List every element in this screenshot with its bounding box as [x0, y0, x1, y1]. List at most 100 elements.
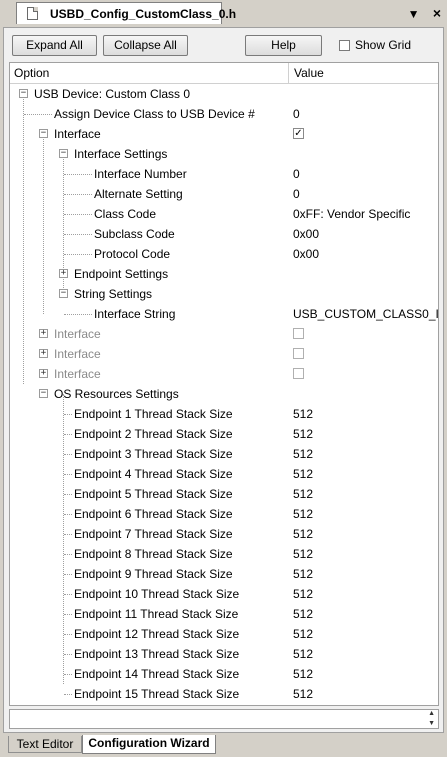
- interface-settings-label: Interface Settings: [74, 147, 168, 161]
- stack-size-value[interactable]: 512: [293, 607, 313, 621]
- stack-size-value[interactable]: 512: [293, 687, 313, 701]
- tree-row-interface-number[interactable]: Interface Number 0: [10, 164, 438, 184]
- root-label: USB Device: Custom Class 0: [34, 87, 191, 101]
- collapse-all-button[interactable]: Collapse All: [103, 35, 188, 56]
- interface-1-checkbox[interactable]: [293, 328, 304, 339]
- tree-row-root[interactable]: − USB Device: Custom Class 0: [10, 84, 438, 104]
- tree-row-subclass-code[interactable]: Subclass Code 0x00: [10, 224, 438, 244]
- tab-text-editor[interactable]: Text Editor: [8, 736, 82, 753]
- stack-size-label: Endpoint 4 Thread Stack Size: [74, 467, 233, 481]
- interface-string-value[interactable]: USB_CUSTOM_CLASS0_IF0: [293, 307, 438, 321]
- interface-2-checkbox[interactable]: [293, 348, 304, 359]
- tree-row-interface-1[interactable]: + Interface: [10, 324, 438, 344]
- stack-size-value[interactable]: 512: [293, 407, 313, 421]
- tree-row-ep10-stack[interactable]: Endpoint 10 Thread Stack Size 512: [10, 584, 438, 604]
- tree-row-ep14-stack[interactable]: Endpoint 14 Thread Stack Size 512: [10, 664, 438, 684]
- protocol-code-value[interactable]: 0x00: [293, 247, 319, 261]
- collapse-toggle-icon[interactable]: −: [59, 289, 68, 298]
- tree-row-ep7-stack[interactable]: Endpoint 7 Thread Stack Size 512: [10, 524, 438, 544]
- tree-row-alternate-setting[interactable]: Alternate Setting 0: [10, 184, 438, 204]
- tree-guide: [64, 234, 92, 235]
- tree-row-ep5-stack[interactable]: Endpoint 5 Thread Stack Size 512: [10, 484, 438, 504]
- tree-guide: [64, 474, 72, 475]
- options-grid: Option Value − USB Device: Custom Class …: [9, 62, 439, 706]
- stack-size-label: Endpoint 3 Thread Stack Size: [74, 447, 233, 461]
- stack-size-label: Endpoint 5 Thread Stack Size: [74, 487, 233, 501]
- alternate-setting-value[interactable]: 0: [293, 187, 300, 201]
- tree-row-interface-0[interactable]: − Interface ✓: [10, 124, 438, 144]
- tree-row-protocol-code[interactable]: Protocol Code 0x00: [10, 244, 438, 264]
- tree-row-ep9-stack[interactable]: Endpoint 9 Thread Stack Size 512: [10, 564, 438, 584]
- stack-size-value[interactable]: 512: [293, 667, 313, 681]
- stack-size-label: Endpoint 7 Thread Stack Size: [74, 527, 233, 541]
- tree-row-interface-2[interactable]: + Interface: [10, 344, 438, 364]
- tree-row-ep13-stack[interactable]: Endpoint 13 Thread Stack Size 512: [10, 644, 438, 664]
- interface-0-checkbox[interactable]: ✓: [293, 128, 304, 139]
- tree-row-ep2-stack[interactable]: Endpoint 2 Thread Stack Size 512: [10, 424, 438, 444]
- stack-size-value[interactable]: 512: [293, 527, 313, 541]
- subclass-code-value[interactable]: 0x00: [293, 227, 319, 241]
- tree-row-class-code[interactable]: Class Code 0xFF: Vendor Specific: [10, 204, 438, 224]
- tree-row-ep12-stack[interactable]: Endpoint 12 Thread Stack Size 512: [10, 624, 438, 644]
- expand-toggle-icon[interactable]: +: [39, 329, 48, 338]
- tree-row-assign-device[interactable]: Assign Device Class to USB Device # 0: [10, 104, 438, 124]
- dropdown-arrow-icon[interactable]: ▼: [408, 7, 420, 21]
- stack-size-value[interactable]: 512: [293, 487, 313, 501]
- tree-row-ep3-stack[interactable]: Endpoint 3 Thread Stack Size 512: [10, 444, 438, 464]
- tree-row-ep8-stack[interactable]: Endpoint 8 Thread Stack Size 512: [10, 544, 438, 564]
- column-divider[interactable]: [288, 63, 289, 83]
- tab-configuration-wizard[interactable]: Configuration Wizard: [82, 735, 216, 754]
- stack-size-value[interactable]: 512: [293, 447, 313, 461]
- tree-row-interface-settings[interactable]: − Interface Settings: [10, 144, 438, 164]
- interface-3-checkbox[interactable]: [293, 368, 304, 379]
- expand-all-button[interactable]: Expand All: [12, 35, 97, 56]
- close-icon[interactable]: ×: [433, 5, 441, 21]
- tree-row-ep6-stack[interactable]: Endpoint 6 Thread Stack Size 512: [10, 504, 438, 524]
- tree-row-ep15-stack[interactable]: Endpoint 15 Thread Stack Size 512: [10, 684, 438, 704]
- scroll-up-icon[interactable]: ▲: [428, 710, 435, 717]
- collapse-toggle-icon[interactable]: −: [59, 149, 68, 158]
- stack-size-value[interactable]: 512: [293, 547, 313, 561]
- tree-guide: [64, 314, 92, 315]
- assign-device-value[interactable]: 0: [293, 107, 300, 121]
- class-code-value[interactable]: 0xFF: Vendor Specific: [293, 207, 410, 221]
- tree-row-interface-3[interactable]: + Interface: [10, 364, 438, 384]
- collapse-toggle-icon[interactable]: −: [19, 89, 28, 98]
- expand-toggle-icon[interactable]: +: [39, 369, 48, 378]
- stack-size-value[interactable]: 512: [293, 427, 313, 441]
- tree-row-ep1-stack[interactable]: Endpoint 1 Thread Stack Size 512: [10, 404, 438, 424]
- collapse-toggle-icon[interactable]: −: [39, 389, 48, 398]
- show-grid-toggle[interactable]: Show Grid: [339, 38, 411, 52]
- stack-size-value[interactable]: 512: [293, 627, 313, 641]
- show-grid-checkbox[interactable]: [339, 40, 350, 51]
- expand-toggle-icon[interactable]: +: [39, 349, 48, 358]
- stack-size-label: Endpoint 2 Thread Stack Size: [74, 427, 233, 441]
- stack-size-value[interactable]: 512: [293, 507, 313, 521]
- interface-number-value[interactable]: 0: [293, 167, 300, 181]
- stack-size-value[interactable]: 512: [293, 567, 313, 581]
- file-tab[interactable]: USBD_Config_CustomClass_0.h: [16, 2, 236, 24]
- stack-size-value[interactable]: 512: [293, 587, 313, 601]
- tree-row-interface-string[interactable]: Interface String USB_CUSTOM_CLASS0_IF0: [10, 304, 438, 324]
- option-column-header[interactable]: Option: [14, 66, 49, 80]
- tree-row-ep11-stack[interactable]: Endpoint 11 Thread Stack Size 512: [10, 604, 438, 624]
- stack-size-label: Endpoint 8 Thread Stack Size: [74, 547, 233, 561]
- stack-size-value[interactable]: 512: [293, 467, 313, 481]
- stack-size-label: Endpoint 9 Thread Stack Size: [74, 567, 233, 581]
- stack-size-label: Endpoint 14 Thread Stack Size: [74, 667, 240, 681]
- stack-size-label: Endpoint 12 Thread Stack Size: [74, 627, 240, 641]
- tree-row-string-settings[interactable]: − String Settings: [10, 284, 438, 304]
- scroll-down-icon[interactable]: ▼: [428, 720, 435, 727]
- stack-size-label: Endpoint 15 Thread Stack Size: [74, 687, 240, 701]
- collapse-toggle-icon[interactable]: −: [39, 129, 48, 138]
- tree-row-ep4-stack[interactable]: Endpoint 4 Thread Stack Size 512: [10, 464, 438, 484]
- tree-guide: [64, 214, 92, 215]
- stack-size-label: Endpoint 6 Thread Stack Size: [74, 507, 233, 521]
- tree-row-endpoint-settings[interactable]: + Endpoint Settings: [10, 264, 438, 284]
- stack-size-value[interactable]: 512: [293, 647, 313, 661]
- help-button[interactable]: Help: [245, 35, 322, 56]
- value-column-header[interactable]: Value: [294, 66, 324, 80]
- expand-toggle-icon[interactable]: +: [59, 269, 68, 278]
- alternate-setting-label: Alternate Setting: [94, 187, 183, 201]
- tree-row-os-resources[interactable]: − OS Resources Settings: [10, 384, 438, 404]
